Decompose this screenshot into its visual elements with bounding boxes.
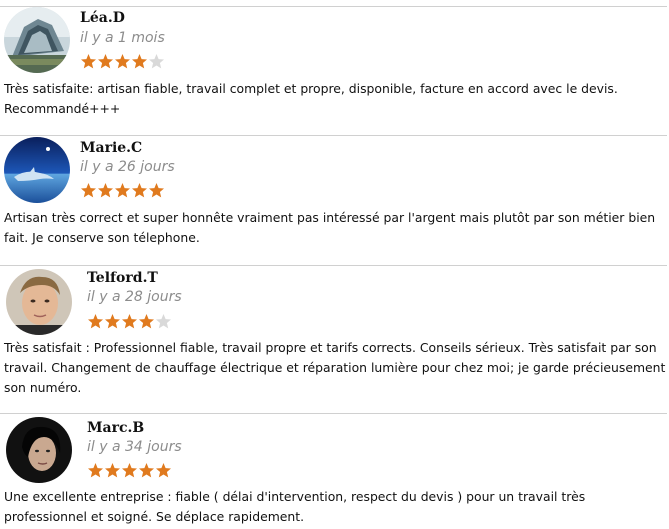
star-filled-icon <box>132 183 147 198</box>
review-date: il y a 26 jours <box>80 159 175 175</box>
reviewer-name: Marie.C <box>80 140 143 156</box>
star-filled-icon <box>139 314 154 329</box>
reviewer-name: Marc.B <box>87 420 145 436</box>
review-date: il y a 28 jours <box>87 289 182 305</box>
divider <box>0 6 667 7</box>
star-filled-icon <box>105 463 120 478</box>
star-filled-icon <box>105 314 120 329</box>
review-text: Une excellente entreprise : fiable ( dél… <box>4 489 586 524</box>
futuristic-building-avatar <box>4 7 70 73</box>
star-filled-icon <box>98 183 113 198</box>
review-text: Artisan très correct et super honnête vr… <box>4 210 656 245</box>
star-empty-icon <box>156 314 171 329</box>
review-text: Très satisfaite: artisan fiable, travail… <box>4 81 618 116</box>
dark-portrait-avatar <box>6 417 72 483</box>
star-filled-icon <box>149 183 164 198</box>
star-rating <box>80 53 165 71</box>
star-filled-icon <box>81 54 96 69</box>
star-empty-icon <box>149 54 164 69</box>
star-filled-icon <box>156 463 171 478</box>
star-filled-icon <box>98 54 113 69</box>
star-filled-icon <box>115 54 130 69</box>
dolphin-avatar <box>4 137 70 203</box>
review-text: Très satisfait : Professionnel fiable, t… <box>4 340 666 395</box>
star-rating <box>87 462 172 480</box>
star-filled-icon <box>139 463 154 478</box>
star-filled-icon <box>122 314 137 329</box>
divider <box>0 265 667 266</box>
divider <box>0 135 667 136</box>
star-filled-icon <box>88 314 103 329</box>
reviewer-name: Léa.D <box>80 10 125 26</box>
reviewer-name: Telford.T <box>87 270 158 286</box>
star-filled-icon <box>122 463 137 478</box>
star-filled-icon <box>88 463 103 478</box>
star-rating <box>87 313 172 331</box>
review-date: il y a 34 jours <box>87 439 182 455</box>
star-filled-icon <box>115 183 130 198</box>
star-rating <box>80 182 165 200</box>
star-filled-icon <box>81 183 96 198</box>
divider <box>0 413 667 414</box>
man-portrait-avatar <box>6 269 72 335</box>
star-filled-icon <box>132 54 147 69</box>
review-date: il y a 1 mois <box>80 30 165 46</box>
